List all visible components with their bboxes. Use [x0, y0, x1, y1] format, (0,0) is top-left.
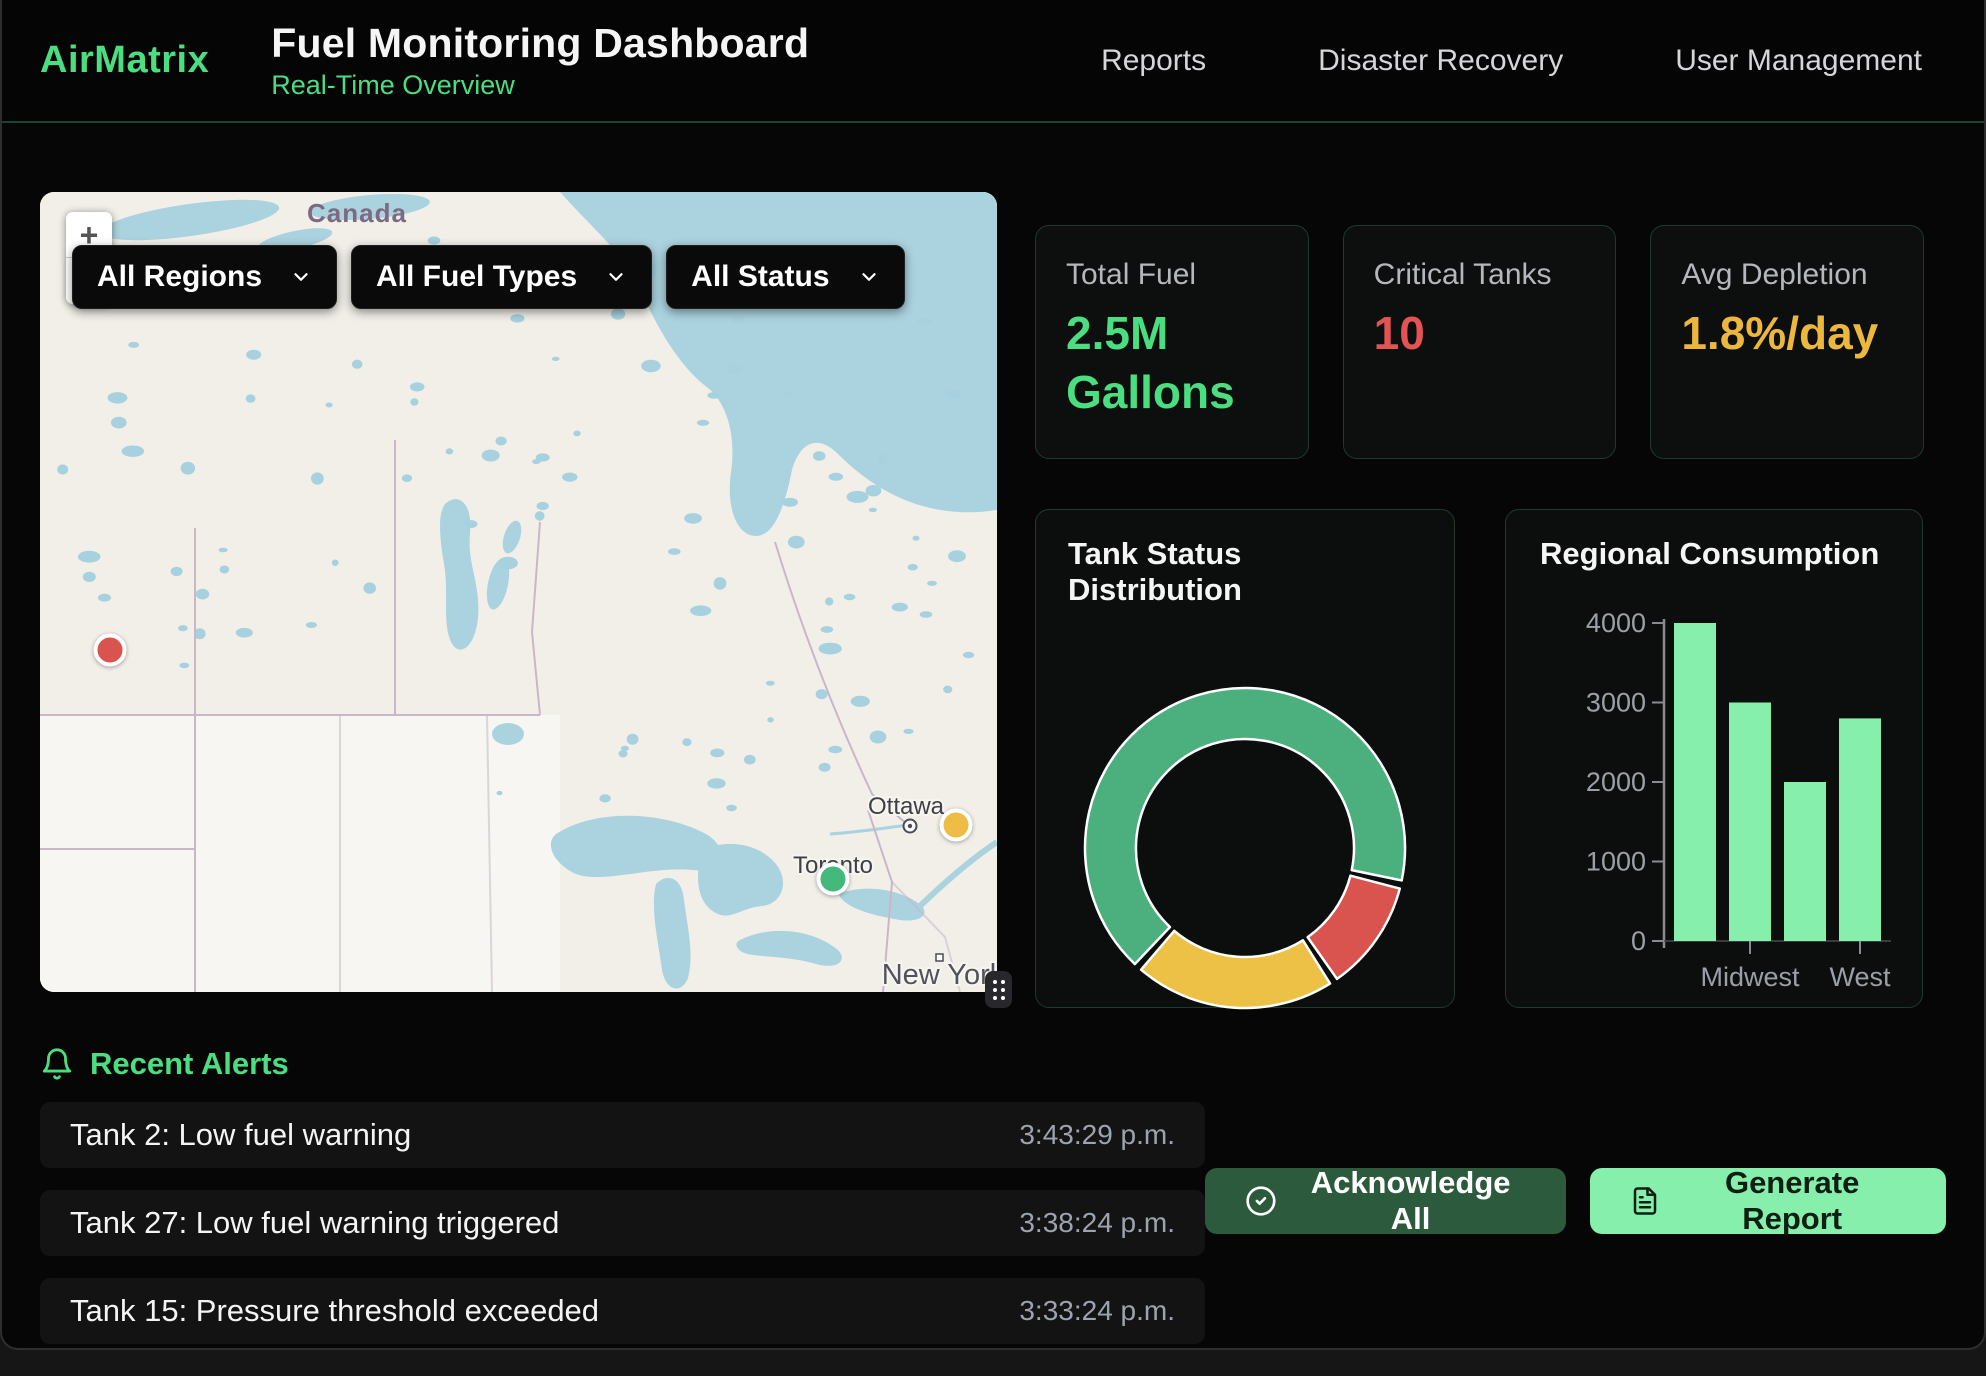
alert-actions: Acknowledge All Generate Report [1205, 1168, 1946, 1350]
x-tick-label: West [1829, 962, 1891, 992]
alerts-title: Recent Alerts [90, 1046, 289, 1082]
acknowledge-all-button[interactable]: Acknowledge All [1205, 1168, 1566, 1234]
bar-west [1839, 718, 1881, 941]
map-label-new-york: New York [882, 959, 997, 991]
filter-label: All Regions [97, 260, 262, 294]
stats-row: Total Fuel 2.5M Gallons Critical Tanks 1… [1035, 225, 1924, 459]
stat-label: Critical Tanks [1374, 258, 1586, 292]
filter-all-status[interactable]: All Status [666, 245, 904, 309]
map-panel: Canada Ottawa Toronto New York + − All R… [40, 192, 997, 992]
filter-label: All Status [691, 260, 829, 294]
tank-marker-warning[interactable] [939, 808, 972, 841]
bar-chart-title: Regional Consumption [1506, 536, 1922, 572]
bar-region-3 [1784, 782, 1826, 941]
bar-chart: 0 1000 2000 3000 4000 Midwest West [1506, 576, 1924, 1006]
map-filter-bar: All Regions All Fuel Types All Status [72, 245, 905, 309]
charts-row: Tank Status Distribution Regional Consum… [1035, 509, 1924, 1008]
alert-message: Tank 27: Low fuel warning triggered [70, 1205, 559, 1241]
alert-row[interactable]: Tank 2: Low fuel warning 3:43:29 p.m. [40, 1102, 1205, 1168]
stat-label: Avg Depletion [1681, 258, 1893, 292]
title-block: Fuel Monitoring Dashboard Real-Time Over… [271, 20, 809, 101]
alert-row[interactable]: Tank 15: Pressure threshold exceeded 3:33… [40, 1278, 1205, 1344]
stat-value: 2.5M Gallons [1066, 304, 1278, 422]
alerts-list: Tank 2: Low fuel warning3:43:29 p.m.Tank… [40, 1102, 1205, 1350]
stat-card-total-fuel: Total Fuel 2.5M Gallons [1035, 225, 1309, 459]
y-tick-label: 2000 [1586, 767, 1646, 797]
map-canvas[interactable]: Canada Ottawa Toronto New York [40, 192, 997, 992]
check-circle-icon [1245, 1184, 1277, 1218]
alert-message: Tank 2: Low fuel warning [70, 1117, 411, 1153]
tank-marker-critical[interactable] [93, 633, 126, 666]
tank-status-card: Tank Status Distribution [1035, 509, 1455, 1008]
bar-midwest [1729, 703, 1771, 942]
alerts-header: Recent Alerts [40, 1046, 1946, 1082]
app-root: AirMatrix Fuel Monitoring Dashboard Real… [0, 0, 1986, 1376]
map-label-canada: Canada [307, 198, 407, 228]
donut-chart-title: Tank Status Distribution [1068, 536, 1422, 608]
generate-report-label: Generate Report [1678, 1165, 1906, 1237]
alerts-section: Recent Alerts Tank 2: Low fuel warning 3:… [2, 1046, 1984, 1350]
stat-value: 10 [1374, 304, 1586, 363]
filter-label: All Fuel Types [376, 260, 577, 294]
alert-time: 3:43:29 p.m. [1019, 1119, 1175, 1151]
y-tick-label: 4000 [1586, 608, 1646, 638]
y-tick-label: 1000 [1586, 847, 1646, 877]
page-title: Fuel Monitoring Dashboard [271, 20, 809, 67]
main-content: Canada Ottawa Toronto New York + − All R… [2, 192, 1984, 1008]
donut-segment-critical [1308, 876, 1400, 979]
app-logo: AirMatrix [40, 39, 209, 82]
alert-message: Tank 15: Pressure threshold exceeded [70, 1293, 599, 1329]
alert-row[interactable]: Tank 27: Low fuel warning triggered 3:38:… [40, 1190, 1205, 1256]
donut-segment-warning [1141, 931, 1330, 1008]
x-tick-label: Midwest [1700, 962, 1800, 992]
page-subtitle: Real-Time Overview [271, 70, 809, 101]
filter-all-fuel-types[interactable]: All Fuel Types [351, 245, 652, 309]
dashboard-frame: AirMatrix Fuel Monitoring Dashboard Real… [0, 0, 1986, 1350]
nav-item-disaster-recovery[interactable]: Disaster Recovery [1318, 44, 1563, 78]
report-document-icon [1630, 1185, 1660, 1217]
filter-all-regions[interactable]: All Regions [72, 245, 337, 309]
donut-chart [1075, 678, 1415, 1018]
resize-grip[interactable] [985, 971, 1012, 1008]
alert-time: 3:33:24 p.m. [1019, 1295, 1175, 1327]
stat-card-avg-depletion: Avg Depletion 1.8%/day [1650, 225, 1924, 459]
bar-region-1 [1674, 623, 1716, 941]
chevron-down-icon [290, 266, 312, 288]
bell-icon [40, 1047, 74, 1081]
y-tick-label: 0 [1631, 926, 1646, 956]
stat-value: 1.8%/day [1681, 304, 1893, 363]
regional-consumption-card: Regional Consumption 0 1000 2000 3000 4000 Mi… [1505, 509, 1923, 1008]
header: AirMatrix Fuel Monitoring Dashboard Real… [2, 0, 1984, 123]
nav-item-user-management[interactable]: User Management [1675, 44, 1922, 78]
tank-marker-normal[interactable] [817, 863, 850, 896]
chevron-down-icon [605, 266, 627, 288]
stat-card-critical-tanks: Critical Tanks 10 [1343, 225, 1617, 459]
map-viewport[interactable]: Canada Ottawa Toronto New York + − All R… [40, 192, 997, 992]
chevron-down-icon [858, 266, 880, 288]
alerts-body: Tank 2: Low fuel warning3:43:29 p.m.Tank… [40, 1102, 1946, 1350]
right-column: Total Fuel 2.5M Gallons Critical Tanks 1… [1035, 192, 1946, 1008]
acknowledge-all-label: Acknowledge All [1295, 1165, 1526, 1237]
alert-time: 3:38:24 p.m. [1019, 1207, 1175, 1239]
map-label-ottawa: Ottawa [868, 793, 945, 820]
generate-report-button[interactable]: Generate Report [1590, 1168, 1946, 1234]
y-tick-label: 3000 [1586, 688, 1646, 718]
stat-label: Total Fuel [1066, 258, 1278, 292]
nav-item-reports[interactable]: Reports [1101, 44, 1206, 78]
main-nav: Reports Disaster Recovery User Management [1101, 44, 1946, 78]
